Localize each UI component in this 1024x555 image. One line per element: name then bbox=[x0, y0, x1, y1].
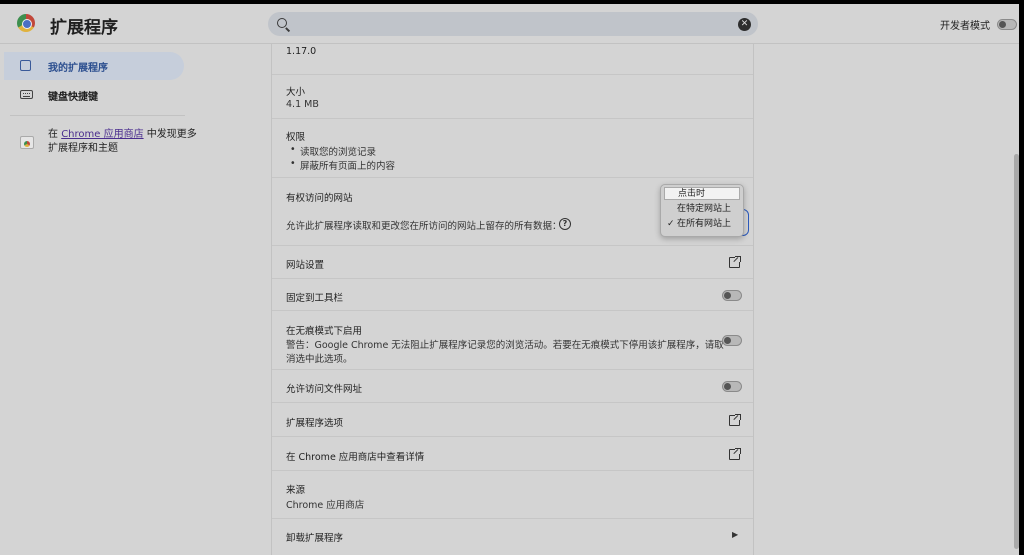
incognito-row: 在无痕模式下启用 警告：Google Chrome 无法阻止扩展程序记录您的浏览… bbox=[272, 310, 753, 369]
open-in-new-icon[interactable] bbox=[729, 414, 741, 426]
search-input[interactable] bbox=[296, 15, 726, 33]
size-value: 4.1 MB bbox=[286, 99, 319, 110]
help-icon[interactable]: ? bbox=[559, 218, 571, 230]
open-in-new-icon[interactable] bbox=[729, 448, 741, 460]
dev-mode-label: 开发者模式 bbox=[940, 21, 990, 32]
header: 扩展程序 ✕ 开发者模式 bbox=[0, 4, 1019, 44]
size-row: 大小 4.1 MB bbox=[272, 74, 753, 118]
pin-toolbar-row: 固定到工具栏 bbox=[272, 278, 753, 310]
site-settings-row[interactable]: 网站设置 bbox=[272, 245, 753, 278]
incognito-warning-line1: 警告：Google Chrome 无法阻止扩展程序记录您的浏览活动。若要在无痕模… bbox=[286, 340, 724, 351]
incognito-warning-line2: 消选中此选项。 bbox=[286, 354, 353, 365]
site-access-option-selected[interactable]: ✓ 在所有网站上 bbox=[664, 218, 740, 231]
source-value: Chrome 应用商店 bbox=[286, 500, 365, 511]
uninstall-label: 卸载扩展程序 bbox=[286, 533, 344, 544]
view-in-store-row[interactable]: 在 Chrome 应用商店中查看详情 bbox=[272, 436, 753, 470]
sidebar: 我的扩展程序 键盘快捷键 在 Chrome 应用商店 中发现更多扩展程序和主题 bbox=[0, 45, 198, 555]
search-icon bbox=[277, 18, 287, 28]
version-row: 1.17.0 bbox=[272, 43, 753, 74]
dev-mode-toggle[interactable] bbox=[997, 19, 1017, 30]
right-black-edge bbox=[1019, 0, 1024, 555]
puzzle-icon bbox=[20, 60, 31, 71]
file-urls-label: 允许访问文件网址 bbox=[286, 384, 363, 395]
permissions-label: 权限 bbox=[286, 132, 306, 143]
site-access-menu: 点击时 在特定网站上 ✓ 在所有网站上 bbox=[660, 184, 744, 237]
view-in-store-label: 在 Chrome 应用商店中查看详情 bbox=[286, 452, 425, 463]
permission-item: 读取您的浏览记录 bbox=[290, 144, 376, 158]
ext-options-label: 扩展程序选项 bbox=[286, 418, 344, 429]
file-urls-toggle[interactable] bbox=[722, 381, 742, 392]
open-in-new-icon[interactable] bbox=[729, 256, 741, 268]
incognito-label: 在无痕模式下启用 bbox=[286, 326, 363, 337]
source-label: 来源 bbox=[286, 485, 306, 496]
sidebar-item-label: 我的扩展程序 bbox=[48, 63, 108, 74]
pin-toolbar-toggle[interactable] bbox=[722, 290, 742, 301]
chevron-right-icon: ▶ bbox=[732, 530, 739, 539]
ext-options-row[interactable]: 扩展程序选项 bbox=[272, 402, 753, 436]
source-row: 来源 Chrome 应用商店 bbox=[272, 470, 753, 518]
extension-details-card: 1.17.0 大小 4.1 MB 权限 读取您的浏览记录 屏蔽所有页面上的内容 … bbox=[271, 44, 754, 555]
permissions-row: 权限 读取您的浏览记录 屏蔽所有页面上的内容 bbox=[272, 118, 753, 177]
site-access-option[interactable]: 点击时 bbox=[664, 187, 740, 200]
site-access-desc: 允许此扩展程序读取和更改您在所访问的网站上留存的所有数据： bbox=[286, 221, 562, 232]
permission-item: 屏蔽所有页面上的内容 bbox=[290, 158, 395, 172]
store-link[interactable]: Chrome 应用商店 bbox=[61, 129, 143, 140]
pin-toolbar-label: 固定到工具栏 bbox=[286, 293, 344, 304]
site-settings-label: 网站设置 bbox=[286, 260, 325, 271]
version-value: 1.17.0 bbox=[286, 46, 317, 57]
incognito-toggle[interactable] bbox=[722, 335, 742, 346]
sidebar-item-label: 键盘快捷键 bbox=[48, 92, 98, 103]
file-urls-row: 允许访问文件网址 bbox=[272, 369, 753, 402]
keyboard-icon bbox=[20, 90, 33, 99]
site-access-option[interactable]: 在特定网站上 bbox=[664, 203, 740, 216]
site-access-label: 有权访问的网站 bbox=[286, 193, 353, 204]
store-prefix: 在 bbox=[48, 129, 58, 140]
clear-search-icon[interactable]: ✕ bbox=[738, 18, 751, 31]
uninstall-row[interactable]: 卸载扩展程序 ▶ bbox=[272, 518, 753, 552]
extensions-app: 扩展程序 ✕ 开发者模式 我的扩展程序 键盘快捷键 在 Chrome 应用商店 … bbox=[0, 4, 1019, 555]
sidebar-divider bbox=[10, 115, 185, 116]
search-bar[interactable]: ✕ bbox=[268, 12, 758, 36]
page-title: 扩展程序 bbox=[50, 18, 118, 38]
chrome-logo-icon bbox=[17, 14, 35, 32]
scrollbar[interactable] bbox=[1014, 154, 1019, 549]
checkmark-icon: ✓ bbox=[667, 219, 675, 229]
sidebar-item-my-extensions[interactable]: 我的扩展程序 bbox=[4, 52, 184, 80]
web-store-icon bbox=[20, 136, 34, 149]
size-label: 大小 bbox=[286, 87, 306, 98]
store-promo-text: 在 Chrome 应用商店 中发现更多扩展程序和主题 bbox=[48, 128, 198, 156]
sidebar-item-keyboard-shortcuts[interactable]: 键盘快捷键 bbox=[4, 81, 184, 109]
